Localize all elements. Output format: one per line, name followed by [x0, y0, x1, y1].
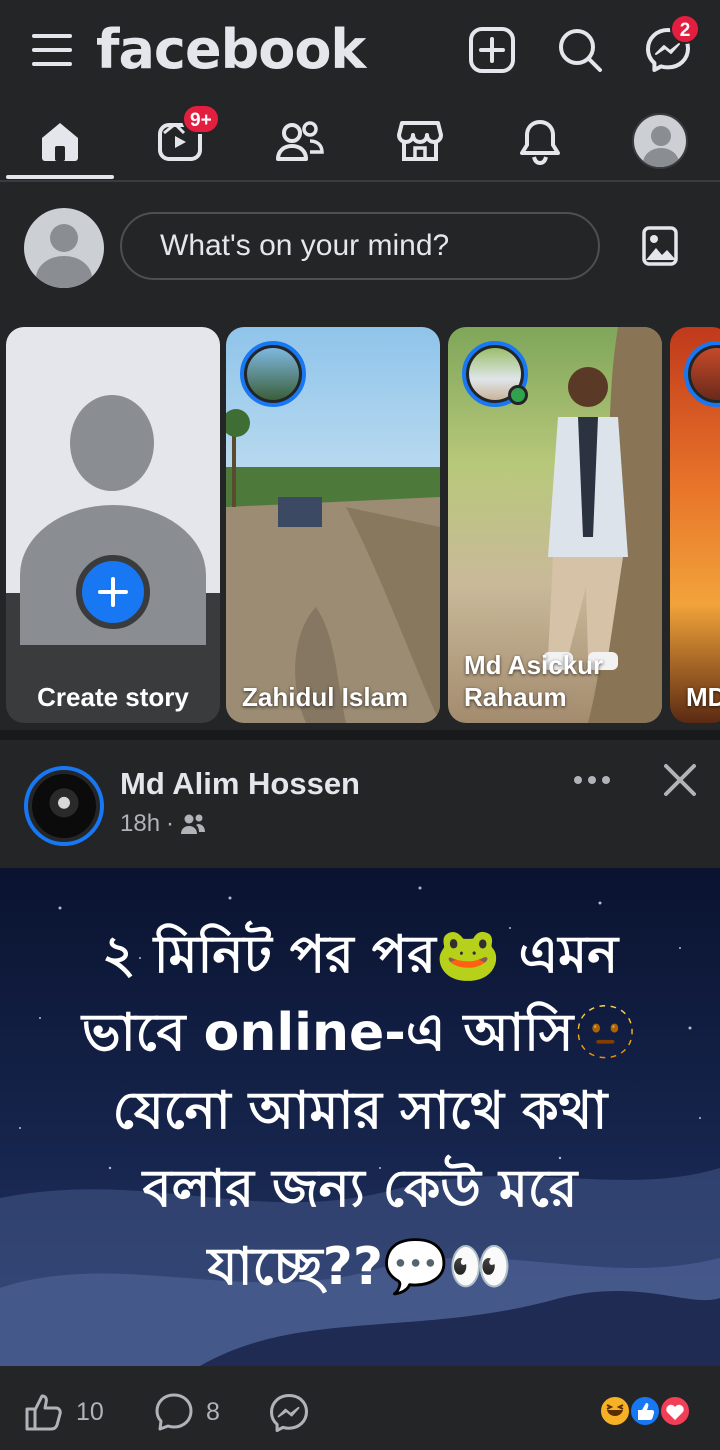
comment-icon — [155, 1393, 193, 1431]
post-time[interactable]: 18h — [120, 810, 160, 838]
post-author-name[interactable]: Md Alim Hossen — [120, 766, 360, 802]
tab-marketplace[interactable] — [380, 108, 460, 174]
post-caption-line: যাচ্ছে??💬👀 — [207, 1237, 513, 1297]
haha-reaction-icon — [599, 1395, 631, 1427]
add-story-button[interactable] — [76, 555, 150, 629]
plus-icon — [98, 577, 128, 607]
create-plus-icon[interactable] — [468, 26, 516, 74]
stories-tray: Create story Zahidul Islam Md Asickur Ra… — [0, 322, 720, 727]
facebook-logo[interactable]: facebook — [96, 18, 366, 81]
messenger-share-icon — [269, 1393, 309, 1433]
story-author-name: Zahidul Islam — [242, 682, 409, 712]
active-tab-indicator — [6, 175, 114, 179]
story-author-avatar — [684, 341, 720, 407]
tab-friends[interactable] — [260, 108, 340, 174]
story-author-name: MD — [686, 682, 720, 712]
online-indicator — [508, 385, 528, 405]
menu-icon[interactable] — [30, 30, 74, 70]
story-author-avatar — [462, 341, 528, 407]
composer: What's on your mind? — [0, 184, 720, 314]
create-story-card[interactable]: Create story — [6, 327, 220, 723]
bell-icon — [520, 120, 560, 165]
comment-button[interactable]: 8 — [154, 1392, 220, 1432]
like-count: 10 — [76, 1397, 104, 1426]
post-author-avatar[interactable] — [24, 766, 104, 846]
more-options-icon[interactable] — [572, 774, 612, 786]
create-story-label: Create story — [37, 682, 189, 712]
close-icon[interactable] — [662, 762, 698, 798]
like-button[interactable]: 10 — [24, 1392, 104, 1432]
story-card[interactable]: MD — [670, 327, 720, 723]
marketplace-icon — [397, 121, 443, 161]
video-badge: 9+ — [182, 104, 220, 134]
search-icon[interactable] — [556, 26, 604, 74]
create-story-avatar — [6, 327, 220, 645]
status-input[interactable]: What's on your mind? — [120, 212, 600, 280]
top-bar: facebook 2 — [0, 0, 720, 100]
messenger-button[interactable]: 2 — [644, 14, 700, 76]
send-messenger-button[interactable] — [268, 1392, 310, 1434]
profile-avatar — [632, 113, 688, 169]
post-caption-line: যেনো আমার সাথে কথা — [112, 1081, 608, 1141]
story-author-avatar — [240, 341, 306, 407]
tab-home[interactable] — [20, 108, 100, 174]
thumbs-up-icon — [25, 1394, 62, 1431]
tab-profile-menu[interactable] — [620, 108, 700, 174]
post-actions: 10 8 — [0, 1366, 720, 1450]
post-header: Md Alim Hossen 18h · — [0, 740, 720, 868]
love-reaction-icon — [659, 1395, 691, 1427]
tab-notifications[interactable] — [500, 108, 580, 174]
comment-count: 8 — [206, 1397, 220, 1426]
post-caption-line: বলার জন্য কেউ মরে — [142, 1159, 578, 1219]
story-card[interactable]: Zahidul Islam — [226, 327, 440, 723]
friends-icon — [276, 121, 324, 161]
post-caption-line: ভাবে online-এ আসি🫥 — [81, 1003, 639, 1063]
user-avatar[interactable] — [24, 208, 104, 288]
reaction-summary[interactable] — [598, 1394, 698, 1428]
photo-icon[interactable] — [640, 226, 680, 266]
story-author-name: Md Asickur Rahaum — [464, 650, 604, 712]
nav-tabs: 9+ — [0, 100, 720, 182]
friends-audience-icon — [181, 814, 206, 834]
meta-separator: · — [166, 810, 175, 837]
messenger-badge: 2 — [670, 14, 700, 44]
tab-video[interactable]: 9+ — [140, 104, 220, 174]
section-divider — [0, 730, 720, 740]
post-caption-line: ২ মিনিট পর পর🐸 এমন — [101, 925, 619, 985]
post-caption: ২ মিনিট পর পর🐸 এমন ভাবে online-এ আসি🫥 যে… — [40, 916, 680, 1306]
like-reaction-icon — [629, 1395, 661, 1427]
home-icon — [42, 123, 78, 161]
post-meta: 18h · — [120, 810, 206, 838]
post-image[interactable]: ২ মিনিট পর পর🐸 এমন ভাবে online-এ আসি🫥 যে… — [0, 868, 720, 1366]
story-card[interactable]: Md Asickur Rahaum — [448, 327, 662, 723]
